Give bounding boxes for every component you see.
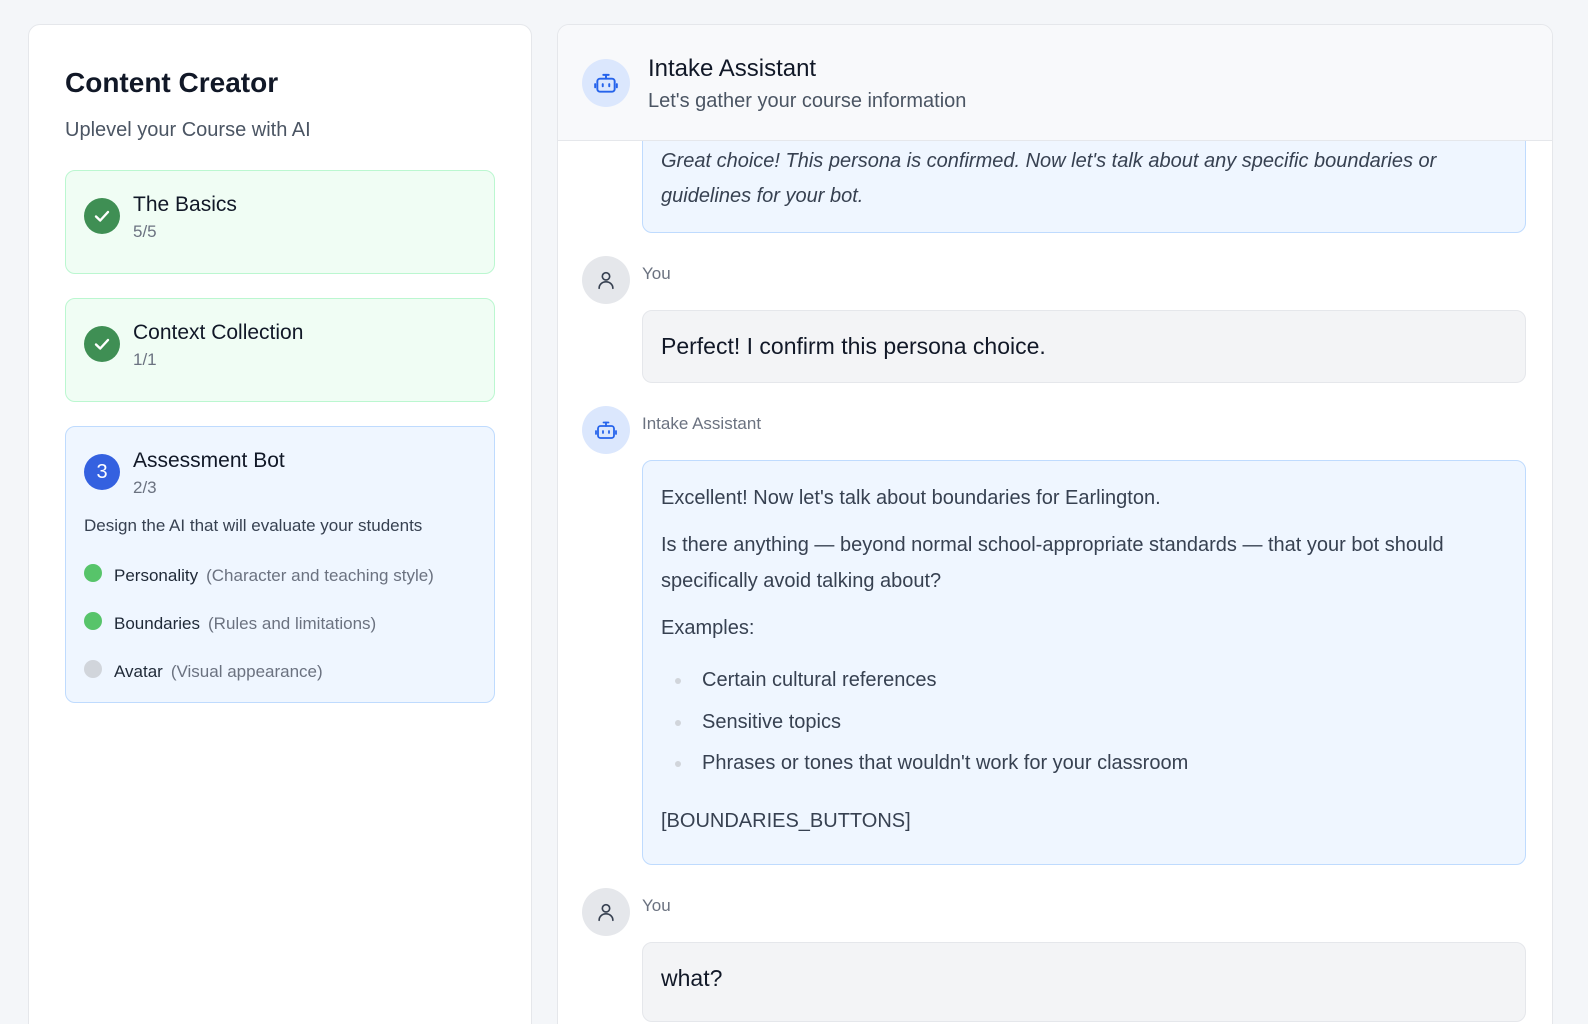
step-count: 2/3: [133, 478, 157, 497]
boundaries-buttons-placeholder: [BOUNDARIES_BUTTONS]: [661, 809, 911, 832]
user-icon: [582, 888, 630, 936]
step-title: Assessment Bot: [133, 449, 285, 472]
robot-icon: [582, 59, 630, 107]
step-assessment-bot[interactable]: 3 Assessment Bot 2/3 Design the AI that …: [65, 426, 495, 703]
substep-name: Boundaries: [114, 614, 201, 633]
step-the-basics[interactable]: The Basics 5/5: [65, 170, 495, 274]
step-title: The Basics: [133, 193, 237, 216]
chat-subtitle: Let's gather your course information: [648, 90, 967, 112]
substep-personality[interactable]: Personality (Character and teaching styl…: [84, 552, 476, 600]
step-count: 5/5: [133, 222, 157, 241]
list-item: Phrases or tones that wouldn't work for …: [661, 747, 1507, 789]
step-context-collection[interactable]: Context Collection 1/1: [65, 298, 495, 402]
user-icon: [582, 256, 630, 304]
step-count: 1/1: [133, 350, 157, 369]
step-title: Context Collection: [133, 321, 304, 344]
message-text: Perfect! I confirm this persona choice.: [661, 333, 1046, 359]
check-icon: [84, 198, 120, 234]
substep-boundaries[interactable]: Boundaries (Rules and limitations): [84, 600, 476, 648]
substep-hint: (Character and teaching style): [206, 566, 434, 585]
examples-list: Certain cultural references Sensitive to…: [661, 664, 1507, 789]
step-head: Assessment Bot 2/3: [84, 448, 476, 500]
status-dot-pending: [84, 660, 102, 678]
message-paragraph: Is there anything — beyond normal school…: [661, 534, 1444, 592]
check-icon: [84, 326, 120, 362]
message-paragraph: Examples:: [661, 617, 755, 639]
status-dot-complete: [84, 564, 102, 582]
user-message: what?: [642, 942, 1526, 1022]
substep-name: Avatar: [114, 662, 163, 681]
step-number-badge: 3: [84, 454, 120, 490]
user-message: Perfect! I confirm this persona choice.: [642, 310, 1526, 383]
substep-name: Personality: [114, 566, 199, 585]
substep-hint: (Visual appearance): [170, 662, 323, 681]
chat-header: Intake Assistant Let's gather your cours…: [558, 25, 1552, 141]
message-text: Great choice! This persona is confirmed.…: [661, 150, 1437, 207]
progress-sidebar: Content Creator Uplevel your Course with…: [28, 24, 532, 1024]
substep-list: Personality (Character and teaching styl…: [84, 552, 476, 696]
substep-hint: (Rules and limitations): [208, 614, 377, 633]
status-dot-complete: [84, 612, 102, 630]
sender-name: You: [642, 896, 671, 915]
robot-icon: [582, 406, 630, 454]
sender-name: Intake Assistant: [642, 414, 762, 433]
chat-title: Intake Assistant: [648, 55, 817, 82]
chat-panel: Intake Assistant Let's gather your cours…: [557, 24, 1553, 1024]
sidebar-subtitle: Uplevel your Course with AI: [65, 119, 311, 141]
list-item: Certain cultural references: [661, 664, 1507, 706]
list-item: Sensitive topics: [661, 706, 1507, 748]
message-paragraph: Excellent! Now let's talk about boundari…: [661, 487, 1161, 509]
substep-avatar[interactable]: Avatar (Visual appearance): [84, 648, 476, 696]
step-description: Design the AI that will evaluate your st…: [84, 516, 423, 535]
sender-name: You: [642, 264, 671, 283]
bot-message: Excellent! Now let's talk about boundari…: [642, 460, 1526, 865]
message-text: what?: [661, 965, 723, 991]
sidebar-title: Content Creator: [65, 67, 279, 98]
